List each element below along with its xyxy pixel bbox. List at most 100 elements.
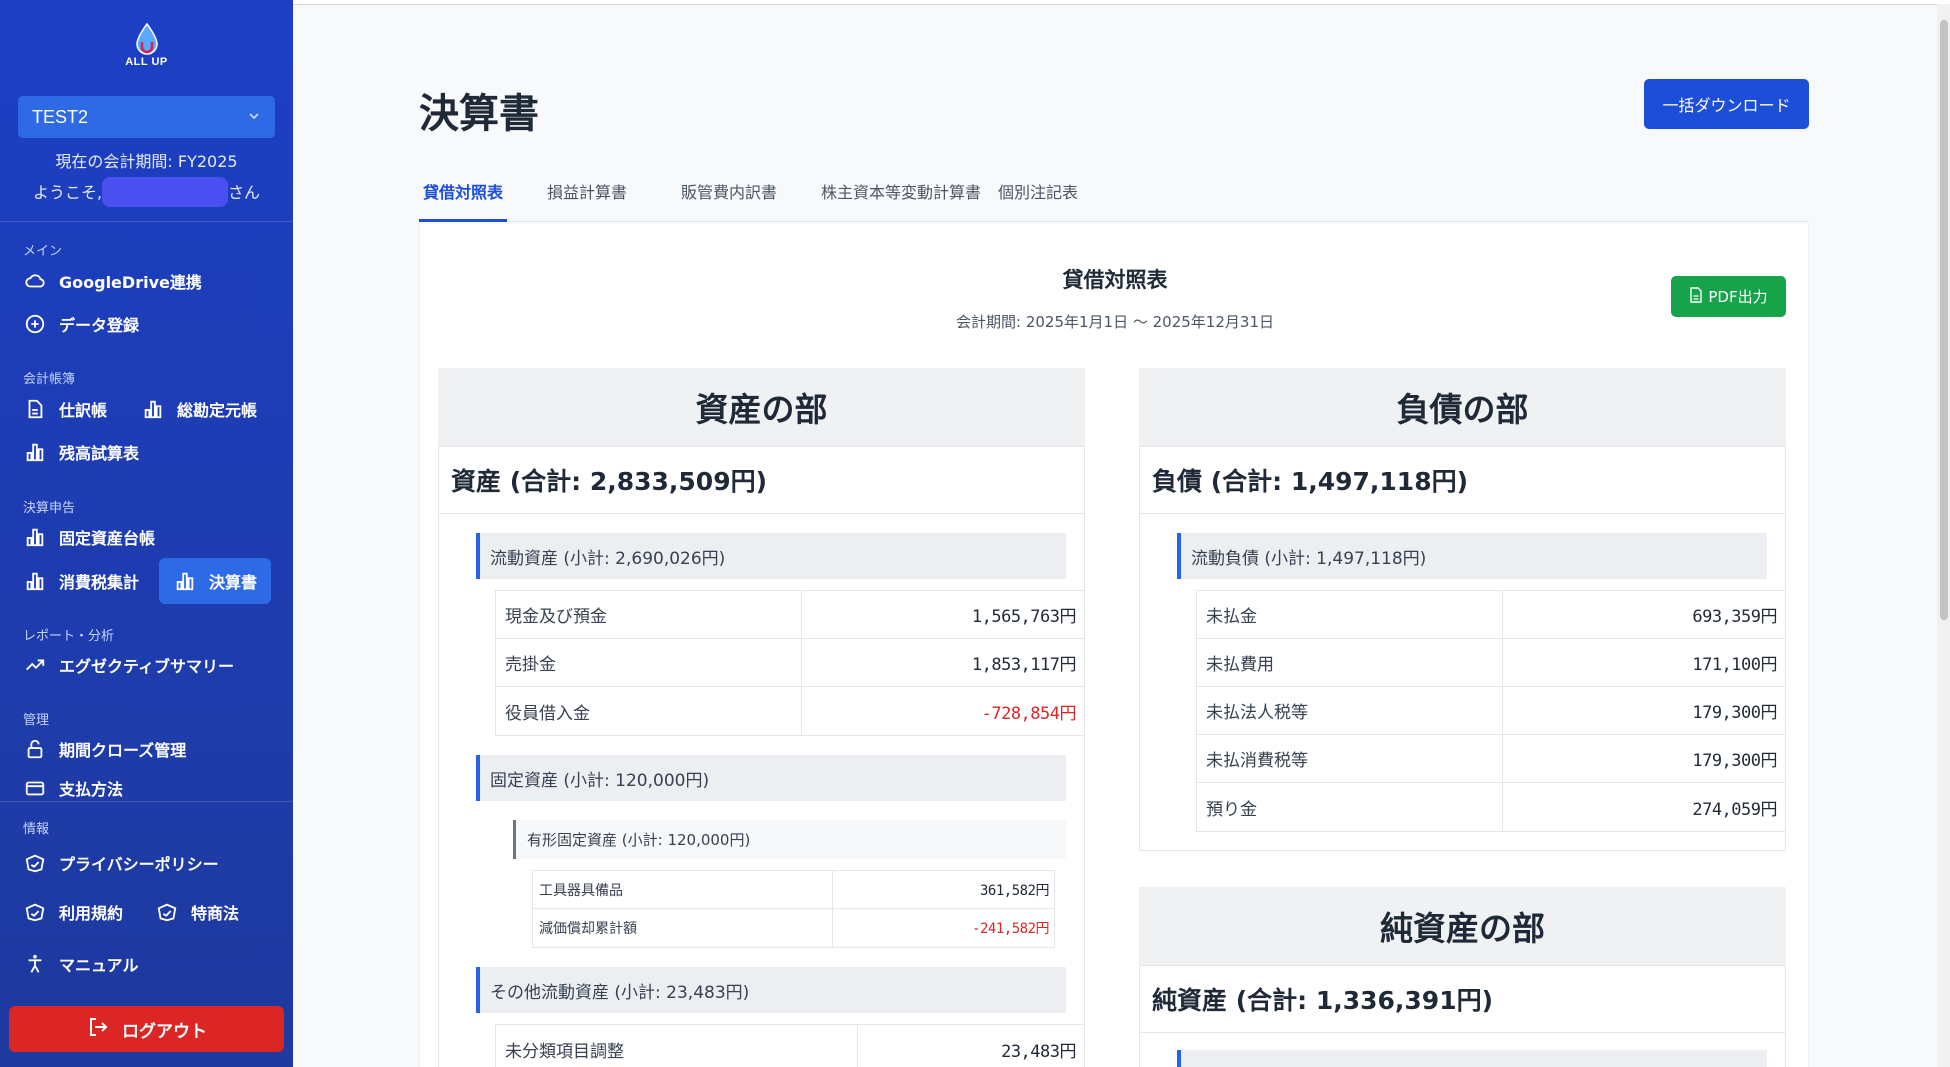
- droplet-logo-icon: [134, 22, 160, 56]
- nav-terms[interactable]: 利用規約: [23, 895, 131, 929]
- account-name: 未払金: [1197, 591, 1503, 638]
- table-row: 売掛金 1,853,117円: [496, 639, 1084, 687]
- nav-general-ledger[interactable]: 総勘定元帳: [141, 392, 265, 426]
- liabilities-total: 負債 (合計: 1,497,118円): [1140, 447, 1785, 514]
- table-row: 役員借入金 -728,854円: [496, 687, 1084, 735]
- tangible-fixed-assets-table: 工具器具備品 361,582円 減価償却累計額 -241,582円: [532, 870, 1055, 948]
- table-row: 未払法人税等 179,300円: [1197, 687, 1785, 735]
- nav-payment-label: 支払方法: [59, 780, 124, 799]
- welcome-prefix: ようこそ,: [32, 183, 103, 202]
- section-label-manage: 管理: [23, 713, 50, 728]
- scrollbar-thumb[interactable]: [1940, 20, 1948, 620]
- nav-gdrive[interactable]: GoogleDrive連携: [23, 264, 210, 298]
- net-assets-total: 純資産 (合計: 1,336,391円): [1140, 966, 1785, 1033]
- document-check-icon: [23, 900, 47, 924]
- cloud-icon: [23, 269, 47, 293]
- tangible-fixed-assets-header: 有形固定資産 (小計: 120,000円): [513, 820, 1066, 859]
- account-name: 未払消費税等: [1197, 735, 1503, 782]
- logout-button[interactable]: ログアウト: [9, 1006, 284, 1052]
- current-assets-table: 現金及び預金 1,565,763円 売掛金 1,853,117円 役員借入金 -…: [495, 590, 1084, 736]
- trending-up-icon: [23, 653, 47, 677]
- welcome-suffix: さん: [228, 183, 261, 202]
- nav-data-entry[interactable]: データ登録: [23, 307, 147, 341]
- account-name: 役員借入金: [496, 687, 802, 735]
- nav-fixed-assets-label: 固定資産台帳: [59, 529, 156, 548]
- tab-sga-breakdown[interactable]: 販管費内訳書: [677, 179, 781, 203]
- table-row: 未払消費税等 179,300円: [1197, 735, 1785, 783]
- document-check-icon: [155, 900, 179, 924]
- bar-chart-icon: [173, 569, 197, 593]
- pdf-export-label: PDF出力: [1708, 288, 1768, 306]
- accessibility-icon: [23, 952, 47, 976]
- report-period: 会計期間: 2025年1月1日 〜 2025年12月31日: [956, 313, 1274, 331]
- table-row: 未分類項目調整 23,483円: [496, 1025, 1084, 1067]
- liabilities-card: 負債 (合計: 1,497,118円) 流動負債 (小計: 1,497,118円…: [1139, 446, 1786, 851]
- bar-chart-icon: [23, 525, 47, 549]
- divider: [0, 221, 293, 222]
- app-logo[interactable]: ALL UP: [0, 22, 293, 68]
- report-title: 貸借対照表: [1062, 268, 1168, 292]
- nav-payment[interactable]: 支払方法: [23, 776, 131, 800]
- nav-consumption-tax[interactable]: 消費税集計: [23, 564, 147, 598]
- nav-statements[interactable]: 決算書: [159, 558, 272, 604]
- account-name: 減価償却累計額: [533, 909, 833, 947]
- nav-privacy[interactable]: プライバシーポリシー: [23, 846, 227, 880]
- tab-income-statement[interactable]: 損益計算書: [543, 179, 631, 203]
- nav-trial-balance[interactable]: 残高試算表: [23, 435, 147, 469]
- account-name: 未払費用: [1197, 639, 1503, 686]
- nav-manual-label: マニュアル: [59, 956, 139, 975]
- tab-notes[interactable]: 個別注記表: [994, 179, 1082, 203]
- liabilities-column: 負債の部 負債 (合計: 1,497,118円) 流動負債 (小計: 1,497…: [1139, 368, 1786, 1067]
- welcome-message: ようこそ, さん: [0, 176, 293, 207]
- chevron-down-icon: [247, 107, 261, 128]
- account-value: 361,582円: [979, 882, 1050, 899]
- company-select[interactable]: TEST2: [18, 96, 275, 138]
- bulk-download-button[interactable]: 一括ダウンロード: [1644, 79, 1809, 129]
- nav-exec-summary[interactable]: エグゼクティブサマリー: [23, 648, 242, 682]
- account-name: 工具器具備品: [533, 871, 833, 908]
- table-row: 工具器具備品 361,582円: [533, 871, 1054, 909]
- nav-tokushoho-label: 特商法: [191, 904, 240, 923]
- nav-tokushoho[interactable]: 特商法: [155, 895, 247, 929]
- logout-icon: [86, 1015, 110, 1044]
- divider: [0, 801, 293, 802]
- account-value: -241,582円: [972, 921, 1049, 937]
- statement-tabs: 貸借対照表 損益計算書 販管費内訳書 株主資本等変動計算書 個別注記表: [419, 165, 1809, 222]
- balance-sheet-report: 貸借対照表 会計期間: 2025年1月1日 〜 2025年12月31日 PDF出…: [419, 224, 1809, 1067]
- nav-exec-summary-label: エグゼクティブサマリー: [59, 657, 235, 676]
- current-period: 現在の会計期間: FY2025: [55, 152, 238, 171]
- section-label-main: メイン: [23, 244, 63, 259]
- redacted-username: [102, 176, 229, 207]
- table-row: 未払費用 171,100円: [1197, 639, 1785, 687]
- net-assets-heading: 純資産の部: [1139, 887, 1786, 965]
- nav-consumption-tax-label: 消費税集計: [59, 573, 140, 592]
- nav-trial-balance-label: 残高試算表: [59, 444, 140, 463]
- other-current-assets-header: その他流動資産 (小計: 23,483円): [476, 967, 1066, 1013]
- current-assets-header: 流動資産 (小計: 2,690,026円): [476, 533, 1066, 579]
- section-label-report: レポート・分析: [23, 629, 115, 644]
- pdf-export-button[interactable]: PDF出力: [1671, 276, 1786, 317]
- company-name: TEST2: [32, 106, 89, 127]
- nav-period-close[interactable]: 期間クローズ管理: [23, 732, 194, 766]
- unlock-icon: [23, 737, 47, 761]
- main-content: 決算書 一括ダウンロード 貸借対照表 損益計算書 販管費内訳書 株主資本等変動計…: [293, 4, 1937, 1067]
- file-icon: [1689, 286, 1703, 307]
- assets-card: 資産 (合計: 2,833,509円) 流動資産 (小計: 2,690,026円…: [438, 446, 1085, 1067]
- nav-period-close-label: 期間クローズ管理: [59, 741, 187, 760]
- assets-total: 資産 (合計: 2,833,509円): [439, 447, 1084, 514]
- account-name: 売掛金: [496, 639, 802, 686]
- nav-journal[interactable]: 仕訳帳: [23, 392, 115, 426]
- plus-circle-icon: [23, 312, 47, 336]
- table-row: 預り金 274,059円: [1197, 783, 1785, 831]
- nav-fixed-assets[interactable]: 固定資産台帳: [23, 520, 163, 554]
- account-name: 預り金: [1197, 783, 1503, 831]
- section-label-info: 情報: [23, 822, 50, 837]
- tab-equity-changes[interactable]: 株主資本等変動計算書: [817, 179, 985, 203]
- account-value: 693,359円: [1692, 607, 1777, 627]
- account-name: 未払法人税等: [1197, 687, 1503, 734]
- table-row: 減価償却累計額 -241,582円: [533, 909, 1054, 947]
- nav-manual[interactable]: マニュアル: [23, 947, 147, 981]
- tab-balance-sheet[interactable]: 貸借対照表: [419, 179, 507, 203]
- nav-general-ledger-label: 総勘定元帳: [177, 401, 258, 420]
